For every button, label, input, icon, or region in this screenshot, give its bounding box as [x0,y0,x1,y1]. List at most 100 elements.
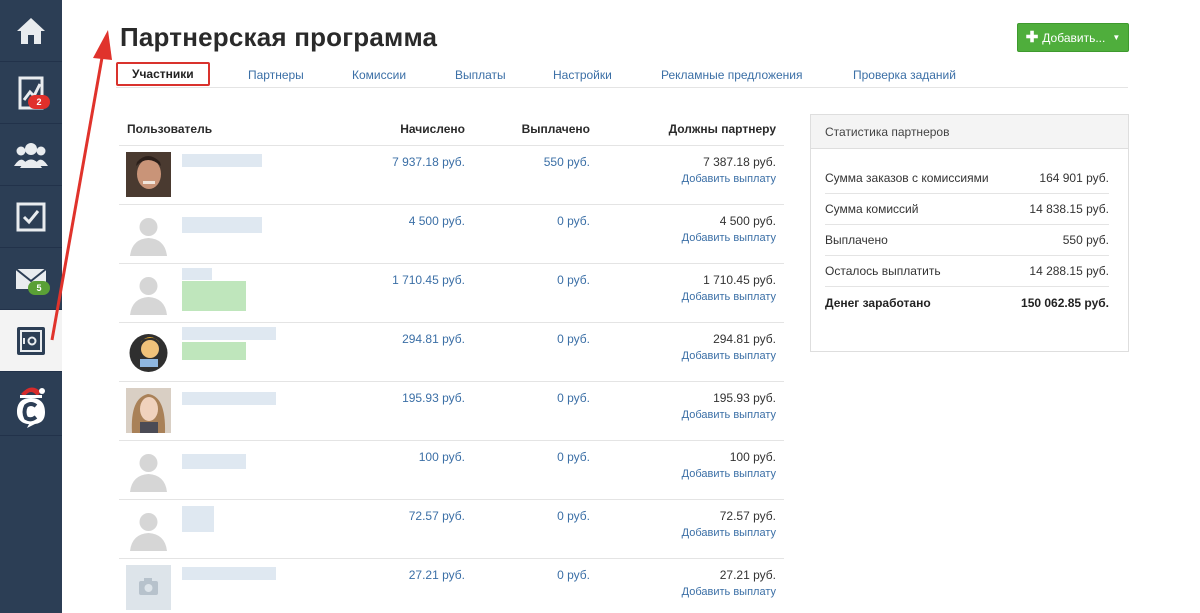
avatar [126,270,171,315]
accrued-link[interactable]: 1 710.45 руб. [392,273,465,287]
sidebar-item-partners[interactable] [0,310,62,372]
sidebar-item-users[interactable] [0,124,62,186]
add-payout-link[interactable]: Добавить выплату [682,468,776,480]
table-row: 4 500 руб. 0 руб. 4 500 руб. Добавить вы… [119,204,784,263]
column-header-paid: Выплачено [521,122,590,136]
column-header-user: Пользователь [127,122,213,136]
user-name-redacted[interactable] [182,506,214,532]
add-payout-link[interactable]: Добавить выплату [682,232,776,244]
user-name-redacted[interactable] [182,327,276,340]
avatar [126,565,171,610]
sidebar: 2 5 [0,0,62,613]
stat-label: Денег заработано [825,295,931,310]
owed-amount: 4 500 руб. [719,214,776,228]
stats-panel-title: Статистика партнеров [811,115,1128,149]
stat-row-commissions-sum: Сумма комиссий 14 838.15 руб. [825,194,1109,225]
tab-task-review[interactable]: Проверка заданий [853,62,956,88]
add-payout-link[interactable]: Добавить выплату [682,586,776,598]
table-row: 7 937.18 руб. 550 руб. 7 387.18 руб. Доб… [119,145,784,204]
tab-partners[interactable]: Партнеры [248,62,304,88]
avatar [126,152,171,197]
home-icon [17,17,45,44]
sidebar-item-tasks[interactable] [0,186,62,248]
stat-value: 14 838.15 руб. [1029,202,1109,216]
avatar [126,447,171,492]
user-name-redacted[interactable] [182,217,262,233]
tab-payouts[interactable]: Выплаты [455,62,506,88]
column-header-owed: Должны партнеру [668,122,776,136]
tasks-icon [16,202,46,231]
paid-link[interactable]: 550 руб. [544,155,590,169]
user-name-redacted[interactable] [182,154,262,167]
sidebar-item-stats[interactable]: 2 [0,62,62,124]
owed-amount: 7 387.18 руб. [703,155,776,169]
paid-link[interactable]: 0 руб. [557,509,590,523]
tab-commissions[interactable]: Комиссии [352,62,406,88]
accrued-link[interactable]: 27.21 руб. [409,568,465,582]
column-header-accrued: Начислено [400,122,465,136]
table-row: 195.93 руб. 0 руб. 195.93 руб. Добавить … [119,381,784,440]
user-email-redacted [182,342,246,360]
accrued-link[interactable]: 4 500 руб. [409,214,465,228]
stat-value: 550 руб. [1062,233,1109,247]
user-name-redacted[interactable] [182,567,276,580]
stat-label: Сумма заказов с комиссиями [825,171,989,185]
paid-link[interactable]: 0 руб. [557,450,590,464]
owed-amount: 1 710.45 руб. [703,273,776,287]
tab-ad-offers[interactable]: Рекламные предложения [661,62,803,88]
table-row: 27.21 руб. 0 руб. 27.21 руб. Добавить вы… [119,558,784,613]
notification-badge: 2 [28,95,50,109]
tab-bar: Участники Партнеры Комиссии Выплаты Наст… [116,62,1128,88]
stat-label: Выплачено [825,233,888,247]
accrued-link[interactable]: 7 937.18 руб. [392,155,465,169]
accrued-link[interactable]: 294.81 руб. [402,332,465,346]
owed-amount: 27.21 руб. [719,568,776,582]
add-button[interactable]: ✚ Добавить... ▼ [1017,23,1129,52]
accrued-link[interactable]: 195.93 руб. [402,391,465,405]
add-payout-link[interactable]: Добавить выплату [682,350,776,362]
logo-icon [17,386,45,428]
stat-row-earned-total: Денег заработано 150 062.85 руб. [825,287,1109,318]
avatar [126,506,171,551]
paid-link[interactable]: 0 руб. [557,391,590,405]
avatar [126,329,171,374]
owed-amount: 100 руб. [729,450,776,464]
accrued-link[interactable]: 100 руб. [419,450,465,464]
paid-link[interactable]: 0 руб. [557,332,590,346]
sidebar-item-logo[interactable] [0,372,62,436]
avatar [126,388,171,433]
owed-amount: 195.93 руб. [713,391,776,405]
caret-down-icon: ▼ [1112,33,1121,42]
add-payout-link[interactable]: Добавить выплату [682,173,776,185]
partner-stats-panel: Статистика партнеров Сумма заказов с ком… [810,114,1129,352]
add-button-label: Добавить... [1042,30,1106,45]
stat-row-remaining: Осталось выплатить 14 288.15 руб. [825,256,1109,287]
sidebar-item-mail[interactable]: 5 [0,248,62,310]
stat-value: 164 901 руб. [1039,171,1109,185]
table-row: 1 710.45 руб. 0 руб. 1 710.45 руб. Добав… [119,263,784,322]
plus-icon: ✚ [1025,29,1039,46]
stat-row-orders-sum: Сумма заказов с комиссиями 164 901 руб. [825,163,1109,194]
paid-link[interactable]: 0 руб. [557,273,590,287]
owed-amount: 72.57 руб. [719,509,776,523]
add-payout-link[interactable]: Добавить выплату [682,291,776,303]
add-payout-link[interactable]: Добавить выплату [682,527,776,539]
safe-icon [17,326,45,355]
add-payout-link[interactable]: Добавить выплату [682,409,776,421]
sidebar-item-home[interactable] [0,0,62,62]
paid-link[interactable]: 0 руб. [557,568,590,582]
stat-label: Осталось выплатить [825,264,941,278]
paid-link[interactable]: 0 руб. [557,214,590,228]
tab-participants[interactable]: Участники [116,62,210,86]
stat-value: 150 062.85 руб. [1021,295,1109,310]
tab-settings[interactable]: Настройки [553,62,612,88]
table-row: 294.81 руб. 0 руб. 294.81 руб. Добавить … [119,322,784,381]
user-name-redacted[interactable] [182,392,276,405]
user-email-redacted [182,281,246,311]
users-icon [14,142,48,168]
user-name-redacted[interactable] [182,454,246,469]
user-name-redacted[interactable] [182,268,212,280]
accrued-link[interactable]: 72.57 руб. [409,509,465,523]
table-row: 100 руб. 0 руб. 100 руб. Добавить выплат… [119,440,784,499]
stat-row-paid: Выплачено 550 руб. [825,225,1109,256]
